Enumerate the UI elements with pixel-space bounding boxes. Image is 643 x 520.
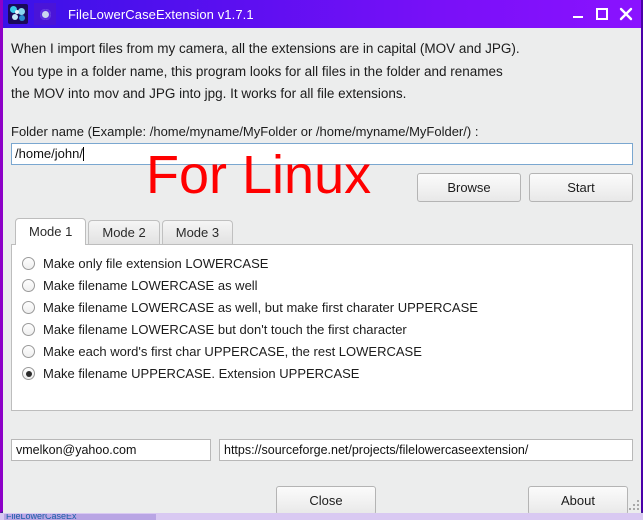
radio-icon-4 <box>22 345 35 358</box>
title-bar[interactable]: FileLowerCaseExtension v1.7.1 <box>3 0 641 28</box>
project-url-field[interactable]: https://sourceforge.net/projects/filelow… <box>219 438 633 461</box>
window-title: FileLowerCaseExtension v1.7.1 <box>68 6 254 22</box>
description-line-2: You type in a folder name, this program … <box>11 63 503 79</box>
app-blob-icon <box>8 4 28 24</box>
window-controls <box>567 3 637 25</box>
radio-option-0[interactable]: Make only file extension LOWERCASE <box>18 253 632 275</box>
description-text: When I import files from my camera, all … <box>11 38 633 106</box>
radio-option-4[interactable]: Make each word's first char UPPERCASE, t… <box>18 341 632 363</box>
screen: FileLowerCaseExtension v1.7.1 When I imp… <box>0 0 643 520</box>
radio-icon-5 <box>22 367 35 380</box>
description-line-1: When I import files from my camera, all … <box>11 41 520 56</box>
tab-strip: Mode 1 Mode 2 Mode 3 <box>11 217 633 245</box>
radio-icon-0 <box>22 257 35 270</box>
close-icon[interactable] <box>615 3 637 25</box>
radio-icon-3 <box>22 323 35 336</box>
taskbar-item[interactable]: FileLowerCaseEx <box>4 514 156 520</box>
browse-button[interactable]: Browse <box>417 172 521 202</box>
radio-label-4: Make each word's first char UPPERCASE, t… <box>43 344 422 359</box>
minimize-icon[interactable] <box>567 3 589 25</box>
radio-option-5[interactable]: Make filename UPPERCASE. Extension UPPER… <box>18 363 632 385</box>
mode-tabs: Mode 1 Mode 2 Mode 3 Make only file exte… <box>11 217 633 411</box>
tab-mode-3[interactable]: Mode 3 <box>161 219 234 244</box>
window-body: When I import files from my camera, all … <box>3 28 641 516</box>
folder-path-value: /home/john/ <box>15 146 83 161</box>
radio-option-1[interactable]: Make filename LOWERCASE as well <box>18 275 632 297</box>
email-field[interactable]: vmelkon@yahoo.com <box>11 438 211 461</box>
radio-label-1: Make filename LOWERCASE as well <box>43 278 258 293</box>
radio-icon-2 <box>22 301 35 314</box>
contact-fields: vmelkon@yahoo.com https://sourceforge.ne… <box>11 438 633 461</box>
radio-option-2[interactable]: Make filename LOWERCASE as well, but mak… <box>18 297 632 319</box>
description-line-3: the MOV into mov and JPG into jpg. It wo… <box>11 86 407 101</box>
application-window: FileLowerCaseExtension v1.7.1 When I imp… <box>0 0 643 516</box>
close-button[interactable]: Close <box>276 486 376 515</box>
radio-option-3[interactable]: Make filename LOWERCASE but don't touch … <box>18 319 632 341</box>
footer-buttons: Close About <box>11 486 633 516</box>
radio-label-2: Make filename LOWERCASE as well, but mak… <box>43 300 478 315</box>
radio-label-3: Make filename LOWERCASE but don't touch … <box>43 322 407 337</box>
document-icon[interactable] <box>34 3 56 25</box>
text-caret <box>82 146 84 161</box>
folder-input-row: /home/john/ <box>11 142 633 165</box>
radio-icon-1 <box>22 279 35 292</box>
resize-grip[interactable] <box>627 498 639 510</box>
folder-path-input[interactable]: /home/john/ <box>11 142 633 165</box>
folder-name-label: Folder name (Example: /home/myname/MyFol… <box>11 123 479 139</box>
radio-label-5: Make filename UPPERCASE. Extension UPPER… <box>43 366 360 381</box>
primary-action-row: Browse Start <box>11 172 633 203</box>
radio-label-0: Make only file extension LOWERCASE <box>43 256 269 271</box>
start-button[interactable]: Start <box>529 172 633 202</box>
maximize-icon[interactable] <box>591 3 613 25</box>
about-button[interactable]: About <box>528 486 628 515</box>
taskbar-item-label: FileLowerCaseEx <box>6 514 77 520</box>
tab-mode-1[interactable]: Mode 1 <box>15 217 87 245</box>
tab-mode-2[interactable]: Mode 2 <box>88 219 160 244</box>
tab-panel-mode-1: Make only file extension LOWERCASE Make … <box>11 243 633 411</box>
